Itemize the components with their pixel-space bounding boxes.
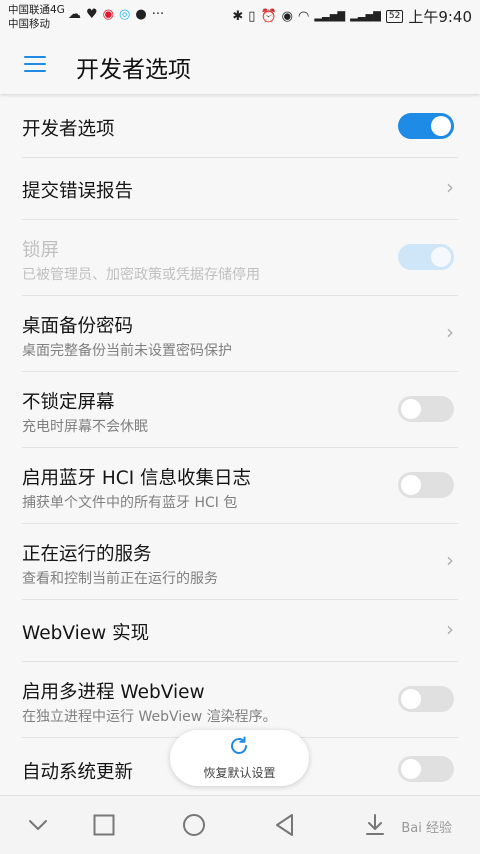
setting-subtitle: 查看和控制当前正在运行的服务: [22, 571, 218, 587]
setting-title: 启用蓝牙 HCI 信息收集日志: [22, 468, 252, 489]
alarm-icon: ⏰: [260, 9, 277, 24]
signal-icon: ▂▃▅▇: [314, 11, 346, 22]
bluetooth-hci-log-switch[interactable]: [398, 472, 454, 498]
setting-developer-options[interactable]: 开发者选项: [22, 96, 458, 158]
setting-subtitle: 捕获单个文件中的所有蓝牙 HCI 包: [22, 495, 238, 511]
multiprocess-webview-switch[interactable]: [398, 686, 454, 712]
refresh-icon: [231, 736, 247, 754]
signal-icon-2: ▂▃▅▇: [350, 11, 381, 22]
battery-icon: 52: [385, 10, 404, 23]
bluetooth-icon: ✱: [232, 9, 244, 24]
setting-webview-implementation[interactable]: WebView 实现 ›: [22, 600, 458, 662]
restore-defaults-button[interactable]: 恢复默认设置: [170, 730, 309, 786]
menu-button[interactable]: [22, 52, 50, 76]
setting-bluetooth-hci-log[interactable]: 启用蓝牙 HCI 信息收集日志 捕获单个文件中的所有蓝牙 HCI 包: [22, 448, 458, 524]
chevron-right-icon: ›: [446, 320, 454, 344]
carrier-1: 中国联通4G: [8, 4, 65, 16]
setting-subtitle: 在独立进程中运行 WebView 渲染程序。: [22, 709, 277, 725]
message-icon: ●: [135, 7, 147, 22]
setting-multiprocess-webview[interactable]: 启用多进程 WebView 在独立进程中运行 WebView 渲染程序。: [22, 662, 458, 738]
setting-title: 正在运行的服务: [22, 544, 152, 565]
setting-stay-awake[interactable]: 不锁定屏幕 充电时屏幕不会休眠: [22, 372, 458, 448]
navigation-bar: Bai 经验: [0, 795, 480, 854]
notification-icons: ☁ ♥ ◉ ◎ ● ···: [68, 7, 164, 22]
status-bar: 中国联通4G 中国移动 ☁ ♥ ◉ ◎ ● ··· ✱ ▯ ⏰ ◉ ◠ ▂▃▅▇…: [0, 0, 480, 34]
home-icon[interactable]: [181, 812, 207, 838]
auto-system-update-switch[interactable]: [398, 756, 454, 782]
watermark: Bai 经验: [401, 821, 452, 836]
developer-options-switch[interactable]: [398, 113, 454, 139]
setting-title: 锁屏: [22, 240, 60, 261]
setting-screen-lock: 锁屏 已被管理员、加密政策或凭据存储停用: [22, 220, 458, 296]
carrier-info: 中国联通4G 中国移动: [8, 3, 65, 31]
chevron-right-icon: ›: [446, 175, 454, 199]
wifi-icon: ◠: [297, 9, 310, 24]
clock: 上午9:40: [408, 8, 472, 26]
system-icons: ✱ ▯ ⏰ ◉ ◠ ▂▃▅▇ ▂▃▅▇ 52 上午9:40: [232, 6, 472, 27]
chevron-down-icon[interactable]: [25, 812, 51, 838]
setting-backup-password[interactable]: 桌面备份密码 桌面完整备份当前未设置密码保护 ›: [22, 296, 458, 372]
setting-title: 启用多进程 WebView: [22, 682, 205, 703]
weibo-icon: ◉: [102, 7, 114, 22]
settings-list: 开发者选项 提交错误报告 › 锁屏 已被管理员、加密政策或凭据存储停用 桌面备份…: [0, 96, 480, 799]
setting-title: 桌面备份密码: [22, 316, 134, 337]
setting-running-services[interactable]: 正在运行的服务 查看和控制当前正在运行的服务 ›: [22, 524, 458, 600]
setting-subtitle: 充电时屏幕不会休眠: [22, 419, 148, 435]
heart-rate-icon: ♥: [86, 7, 98, 22]
restore-defaults-label: 恢复默认设置: [203, 766, 276, 780]
setting-title: 自动系统更新: [22, 762, 134, 783]
screen-lock-switch: [398, 244, 454, 270]
stay-awake-switch[interactable]: [398, 396, 454, 422]
eye-comfort-icon: ◉: [281, 9, 293, 24]
chevron-right-icon: ›: [446, 617, 454, 641]
setting-subtitle: 桌面完整备份当前未设置密码保护: [22, 343, 232, 359]
vibrate-icon: ▯: [248, 9, 256, 24]
setting-title: WebView 实现: [22, 623, 150, 644]
page-title: 开发者选项: [76, 57, 191, 83]
setting-bug-report[interactable]: 提交错误报告 ›: [22, 158, 458, 220]
recent-apps-icon[interactable]: [91, 812, 117, 838]
setting-subtitle: 已被管理员、加密政策或凭据存储停用: [22, 267, 260, 283]
setting-title: 开发者选项: [22, 119, 115, 140]
more-icon: ···: [151, 7, 165, 22]
app-bar: 开发者选项: [0, 34, 480, 94]
weather-icon: ☁: [68, 7, 81, 22]
back-icon[interactable]: [272, 812, 298, 838]
download-icon[interactable]: [362, 812, 388, 838]
setting-title: 不锁定屏幕: [22, 392, 115, 413]
chevron-right-icon: ›: [446, 548, 454, 572]
carrier-2: 中国移动: [8, 18, 50, 30]
app-icon: ◎: [119, 7, 131, 22]
setting-title: 提交错误报告: [22, 181, 134, 202]
